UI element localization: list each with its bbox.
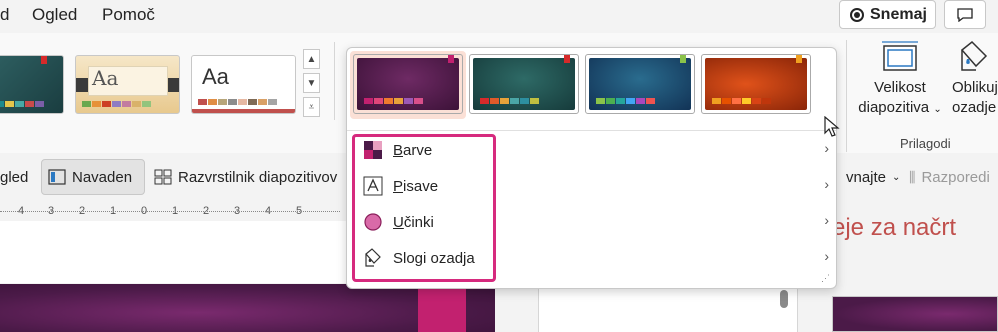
menu-item-label: Slogi ozadja — [393, 249, 475, 267]
scrollbar-thumb[interactable] — [780, 290, 788, 308]
gallery-scroll-down-button[interactable]: ▼ — [303, 73, 320, 93]
comments-button[interactable] — [944, 0, 986, 29]
record-button[interactable]: Snemaj — [839, 0, 936, 29]
variant-purple[interactable] — [353, 54, 463, 114]
variants-gallery: Barve › Pisave › Učinki › Slogi ozadja ›… — [346, 47, 837, 289]
slide-pane — [538, 288, 798, 332]
menu-item-pomoc[interactable]: Pomoč — [102, 5, 155, 25]
slide-size-label-1: Velikost — [874, 79, 926, 96]
menu-item-barve[interactable]: Barve › — [357, 133, 833, 167]
chevron-down-icon: ⌄ — [892, 171, 901, 183]
outline-view-label: gled — [0, 168, 29, 186]
variant-palette — [712, 98, 771, 104]
slide-sorter-button[interactable]: Razvrstilnik diapozitivov — [148, 159, 343, 195]
menu-item-ucinki[interactable]: Učinki › — [357, 205, 833, 239]
distribute-label: Razporedi — [921, 168, 990, 186]
ruler-dots — [0, 211, 340, 212]
normal-view-button[interactable]: Navaden — [41, 159, 145, 195]
theme-thumbnail-3-label: Aa — [202, 64, 229, 89]
align-button[interactable]: vnajte ⌄ — [840, 159, 906, 195]
theme-footer-bar — [192, 109, 295, 113]
ribbon-group-label: Prilagodi — [900, 136, 951, 151]
menu-item-label: Učinki — [393, 213, 434, 231]
comment-icon — [957, 7, 973, 22]
format-background-icon — [960, 40, 988, 71]
theme-thumbnail-2[interactable]: Aa — [75, 55, 180, 114]
chevron-down-icon: ▼ — [306, 77, 317, 89]
theme-palette — [82, 101, 151, 107]
format-background-label-1: Oblikuj — [952, 79, 998, 96]
menu-item-slogi-ozadja[interactable]: Slogi ozadja › — [357, 241, 833, 275]
variant-red[interactable] — [701, 54, 811, 114]
variant-palette — [596, 98, 655, 104]
slide-accent-bar — [418, 284, 466, 332]
align-label: vnajte — [846, 168, 887, 186]
slide-sorter-label: Razvrstilnik diapozitivov — [178, 168, 338, 186]
menu-item-view-partial[interactable]: d — [0, 5, 9, 25]
slide-size-button[interactable]: Velikost diapozitiva ⌄ — [855, 40, 945, 120]
gallery-more-button[interactable]: ⩡ — [303, 97, 320, 117]
theme-thumbnail-3[interactable]: Aa — [191, 55, 296, 114]
colors-icon — [362, 139, 384, 161]
theme-palette — [0, 101, 44, 107]
variant-teal[interactable] — [469, 54, 579, 114]
variant-marker — [680, 55, 686, 63]
theme-thumbnail-2-label: Aa — [92, 66, 119, 90]
gallery-scroll-up-button[interactable]: ▲ — [303, 49, 320, 69]
menu-item-label: Pisave — [393, 177, 439, 195]
variant-marker — [796, 55, 802, 63]
outline-view-button[interactable]: gled — [0, 159, 34, 195]
chevron-right-icon: › — [824, 140, 829, 156]
chevron-right-icon: › — [824, 248, 829, 264]
slide-size-icon — [882, 41, 918, 71]
slide-size-label-2: diapozitiva ⌄ — [858, 99, 942, 116]
chevron-up-icon: ▲ — [306, 53, 317, 65]
variant-palette — [364, 98, 423, 104]
chevron-right-icon: › — [824, 212, 829, 228]
record-label: Snemaj — [870, 5, 927, 23]
slide-title-text[interactable]: eje za načrt — [832, 214, 956, 242]
distribute-button[interactable]: ⫼ Razporedi — [903, 159, 996, 195]
theme-marker — [41, 56, 47, 64]
slide-sorter-icon — [154, 169, 172, 185]
normal-view-icon — [48, 169, 66, 185]
menu-item-label: Barve — [393, 141, 433, 159]
normal-view-label: Navaden — [72, 168, 133, 186]
variant-palette — [480, 98, 539, 104]
theme-palette — [198, 99, 277, 105]
chevron-right-icon: › — [824, 176, 829, 192]
menu-item-ogled[interactable]: Ogled — [32, 5, 77, 25]
variant-blue[interactable] — [585, 54, 695, 114]
ribbon-separator — [334, 42, 335, 120]
ribbon-separator — [846, 40, 847, 152]
gallery-separator — [347, 130, 836, 131]
format-background-label-2: ozadje — [952, 99, 997, 116]
resize-grip-icon[interactable]: ⋰ — [821, 273, 830, 284]
record-icon — [850, 7, 864, 22]
background-styles-icon — [362, 247, 384, 269]
slide-thumbnail[interactable] — [832, 296, 998, 332]
variant-marker — [564, 55, 570, 63]
mouse-cursor-icon — [824, 116, 840, 137]
fonts-icon — [362, 175, 384, 197]
theme-thumbnail-1[interactable] — [0, 55, 64, 114]
effects-icon — [362, 211, 384, 233]
format-background-button[interactable]: Oblikuj ozadje — [952, 40, 998, 118]
menu-item-pisave[interactable]: Pisave › — [357, 169, 833, 203]
distribute-icon: ⫼ — [909, 168, 916, 185]
chevron-down-icon: ⌄ — [933, 104, 942, 115]
menu-bar: d Ogled Pomoč Snemaj — [0, 0, 998, 32]
variant-marker — [448, 55, 454, 63]
expand-gallery-icon: ⩡ — [308, 101, 315, 113]
